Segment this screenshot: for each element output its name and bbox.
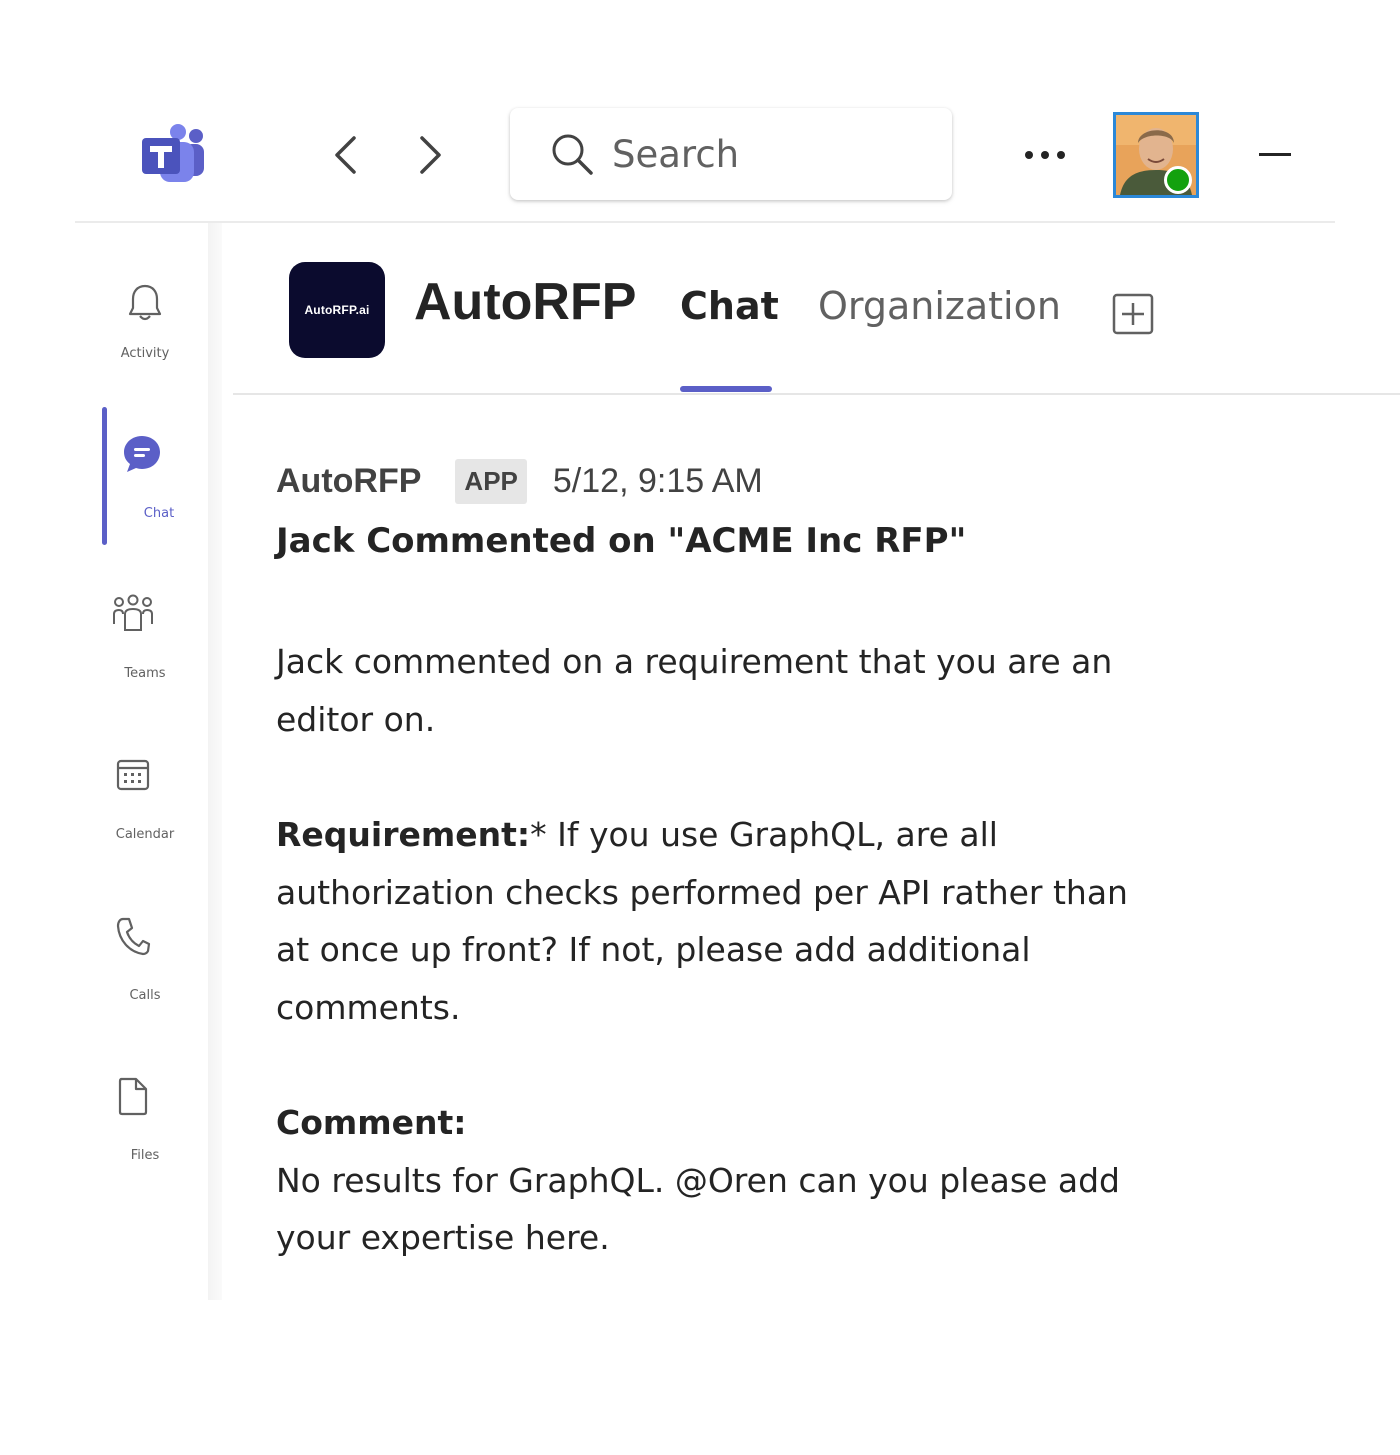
comment-text: No results for GraphQL. @Oren can you pl…	[276, 1160, 1120, 1258]
chat-icon	[124, 436, 160, 472]
rail-label-calls: Calls	[129, 988, 161, 1003]
rail-item-activity[interactable]: Activity	[75, 262, 215, 392]
ellipsis-icon	[1025, 151, 1065, 159]
search-input[interactable]	[610, 131, 914, 177]
presence-available-icon	[1164, 166, 1192, 194]
search-icon	[552, 134, 593, 175]
teams-logo-icon[interactable]	[138, 124, 208, 184]
rail-label-teams: Teams	[124, 666, 166, 681]
rail-item-chat[interactable]: Chat	[75, 424, 215, 554]
message-comment: Comment: No results for GraphQL. @Oren c…	[276, 1094, 1156, 1267]
calendar-icon	[116, 759, 150, 791]
rail-item-calendar[interactable]: Calendar	[63, 745, 203, 875]
rail-label-calendar: Calendar	[115, 827, 175, 842]
rail-item-files[interactable]: Files	[63, 1066, 203, 1196]
forward-button[interactable]	[406, 128, 456, 182]
rail-label-chat: Chat	[143, 506, 175, 521]
tab-organization[interactable]: Organization	[818, 284, 1061, 328]
rail-item-calls[interactable]: Calls	[63, 906, 203, 1036]
message-intro: Jack commented on a requirement that you…	[276, 642, 1113, 739]
plus-icon	[1112, 293, 1154, 335]
chevron-left-icon	[335, 136, 356, 174]
message-meta: AutoRFP APP 5/12, 9:15 AM	[276, 455, 1156, 507]
message-sender[interactable]: AutoRFP	[276, 462, 421, 501]
message: AutoRFP APP 5/12, 9:15 AM Jack Commented…	[276, 455, 1156, 1267]
back-button[interactable]	[320, 128, 370, 182]
message-requirement: Requirement:* If you use GraphQL, are al…	[276, 806, 1156, 1036]
app-logo-text: AutoRFP.ai	[304, 303, 370, 317]
phone-icon	[116, 917, 151, 956]
app-badge: APP	[455, 458, 527, 504]
rail-label-files: Files	[130, 1148, 160, 1163]
topbar-divider	[75, 221, 1335, 223]
bell-icon	[128, 284, 162, 321]
rail-label-activity: Activity	[120, 346, 170, 361]
teams-icon	[113, 594, 153, 631]
title-bar	[0, 0, 1400, 222]
message-timestamp: 5/12, 9:15 AM	[552, 461, 763, 500]
rail-item-teams[interactable]: Teams	[63, 584, 203, 714]
requirement-label: Requirement:	[276, 815, 531, 854]
minimize-button[interactable]	[1250, 130, 1300, 180]
app-logo: AutoRFP.ai	[289, 262, 385, 358]
more-options-button[interactable]	[1015, 130, 1075, 180]
app-title: AutoRFP	[414, 273, 637, 331]
active-tab-indicator	[680, 386, 772, 392]
file-icon	[118, 1077, 148, 1116]
search-box[interactable]	[510, 108, 952, 200]
message-title: Jack Commented on "ACME Inc RFP"	[276, 521, 967, 561]
add-tab-button[interactable]	[1112, 293, 1154, 335]
tab-chat[interactable]: Chat	[680, 284, 779, 328]
header-divider	[233, 393, 1400, 395]
chevron-right-icon	[420, 136, 441, 174]
minimize-icon	[1259, 153, 1291, 156]
comment-label: Comment:	[276, 1103, 467, 1142]
